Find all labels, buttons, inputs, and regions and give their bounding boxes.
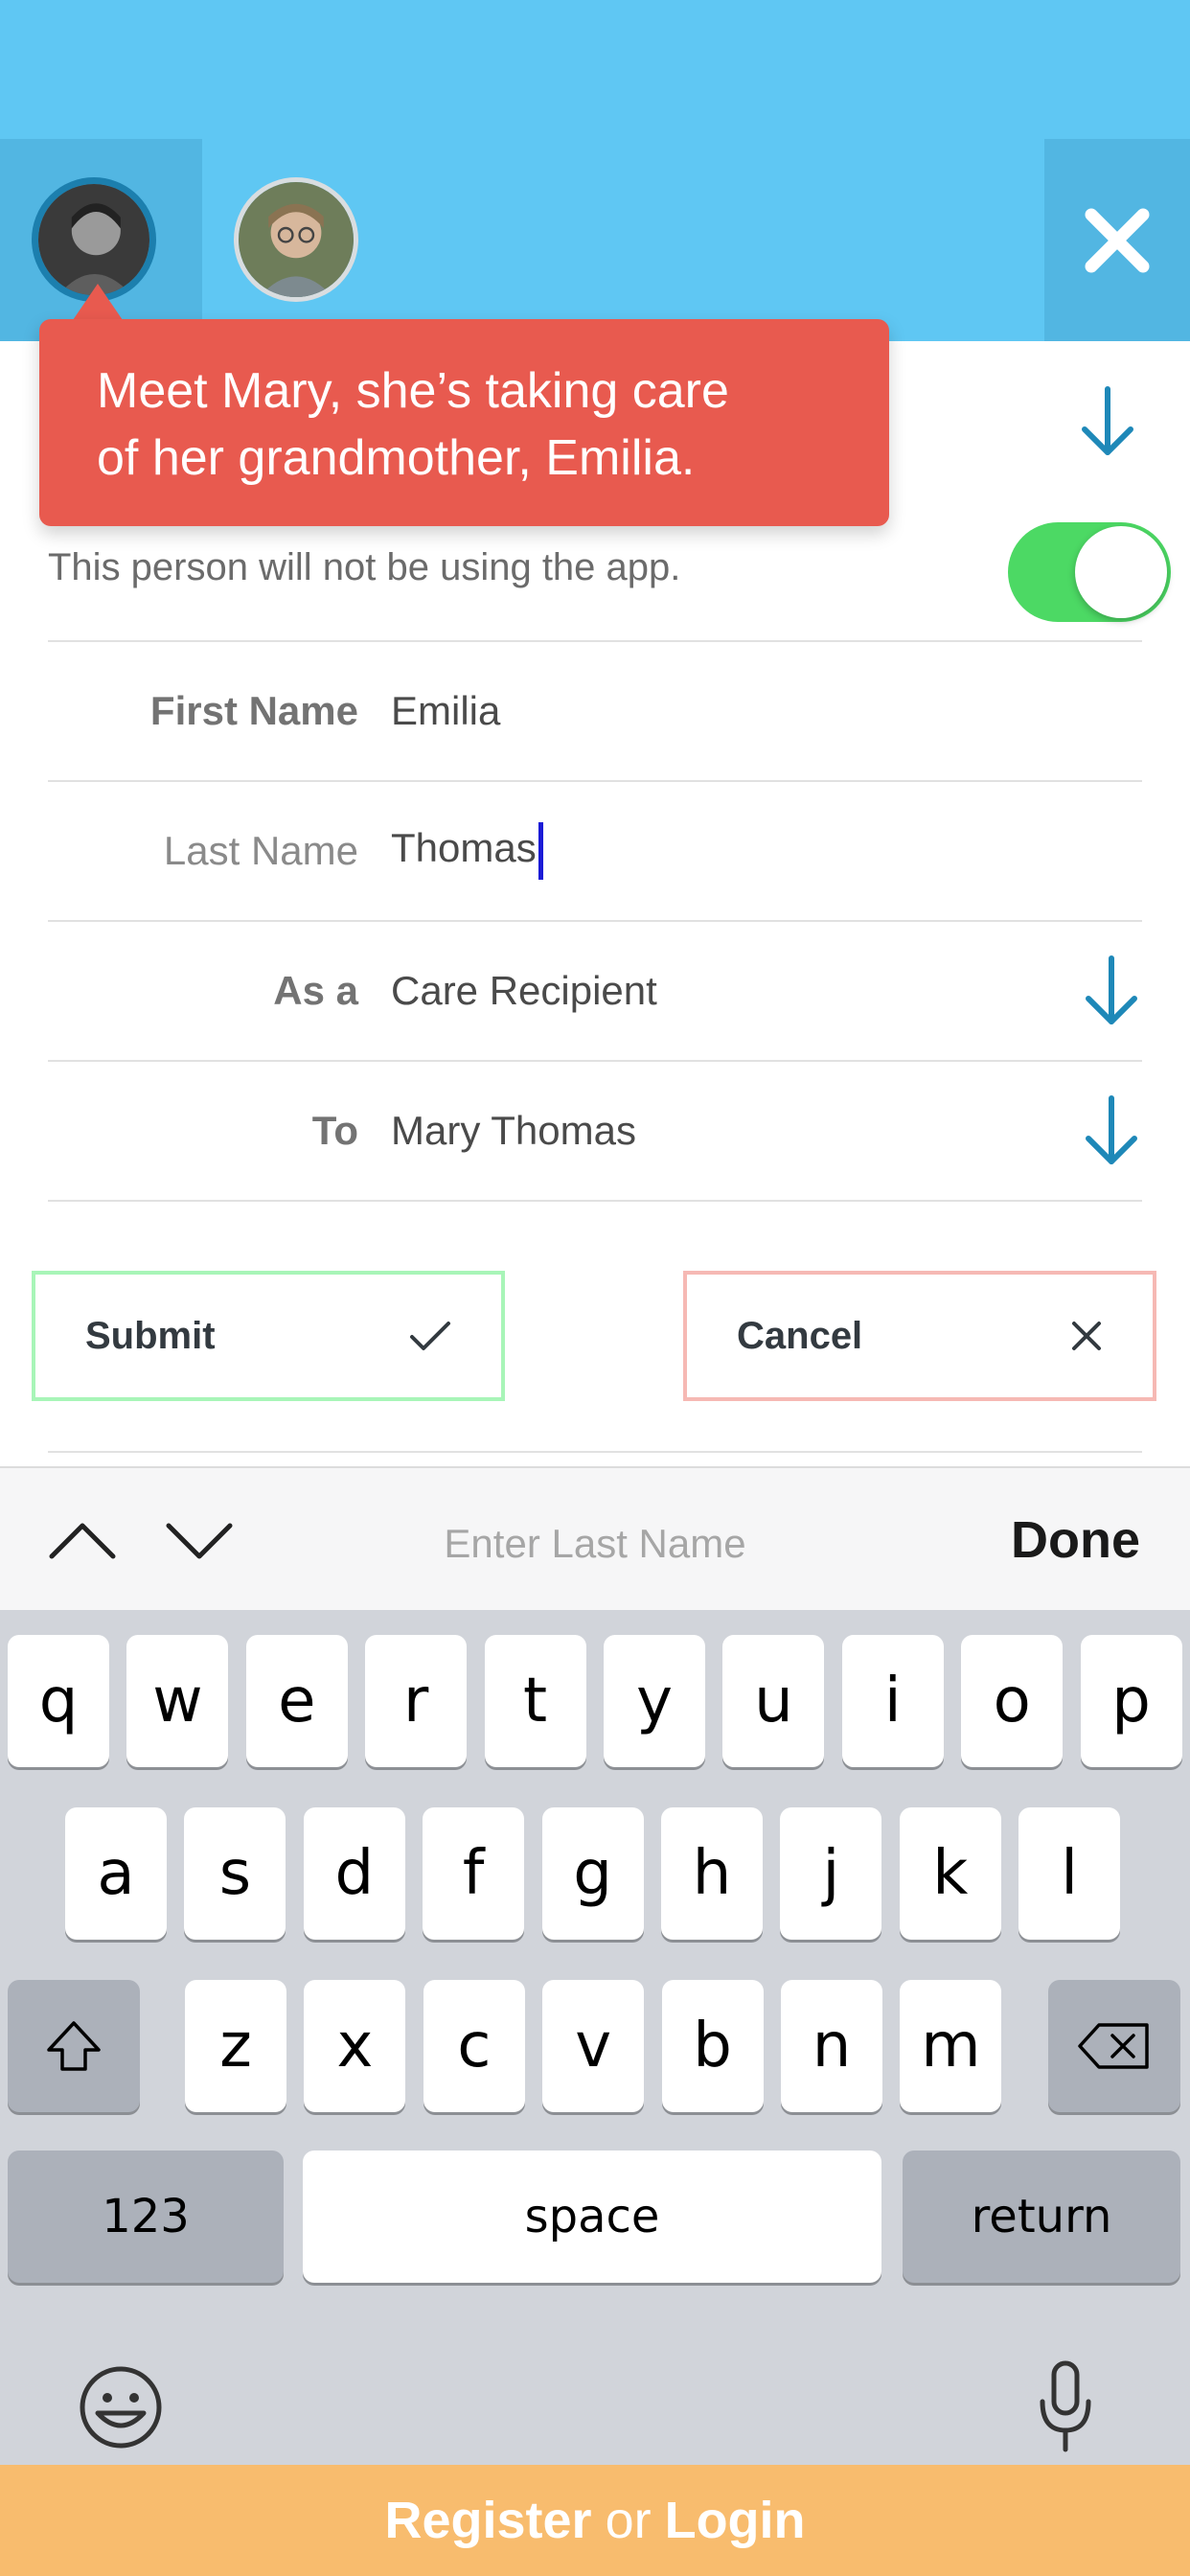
divider	[48, 1200, 1142, 1202]
key-l[interactable]: l	[1018, 1807, 1121, 1940]
shift-icon	[47, 2021, 101, 2071]
key-d[interactable]: d	[303, 1807, 405, 1940]
close-button[interactable]	[1044, 139, 1190, 341]
key-b[interactable]: b	[661, 1980, 764, 2112]
or-text: or	[605, 2492, 652, 2549]
key-c[interactable]: c	[423, 1980, 525, 2112]
header-bar	[0, 0, 1190, 341]
register-link[interactable]: Register	[384, 2491, 591, 2550]
first-name-field[interactable]: First Name Emilia	[48, 642, 1142, 780]
arrow-down-icon[interactable]	[1081, 953, 1142, 1029]
key-f[interactable]: f	[423, 1807, 525, 1940]
key-g[interactable]: g	[541, 1807, 644, 1940]
key-z[interactable]: z	[185, 1980, 286, 2112]
divider	[48, 1451, 1142, 1453]
first-name-label: First Name	[149, 688, 358, 733]
last-name-input[interactable]: Thomas	[391, 822, 543, 880]
first-name-input[interactable]: Emilia	[391, 688, 500, 734]
key-x[interactable]: x	[304, 1980, 406, 2112]
avatar	[234, 177, 358, 302]
role-value[interactable]: Care Recipient	[391, 968, 657, 1014]
key-n[interactable]: n	[781, 1980, 882, 2112]
key-p[interactable]: p	[1080, 1635, 1182, 1767]
role-label: As a	[273, 968, 358, 1013]
key-q[interactable]: q	[8, 1635, 109, 1767]
key-w[interactable]: w	[126, 1635, 229, 1767]
backspace-icon	[1078, 2023, 1149, 2069]
key-e[interactable]: e	[245, 1635, 348, 1767]
close-icon	[1072, 1322, 1101, 1350]
arrow-down-icon[interactable]	[1081, 1092, 1142, 1169]
keyboard: qwertyuiop asdfghjkl zxcvbnm 123 space r…	[0, 1610, 1190, 2465]
last-name-field[interactable]: Last Name Thomas	[48, 782, 1142, 920]
return-key[interactable]: return	[903, 2150, 1180, 2283]
key-y[interactable]: y	[604, 1635, 705, 1767]
keyboard-toolbar: Enter Last Name Done	[0, 1466, 1190, 1610]
toggle-knob	[1075, 526, 1167, 618]
text-cursor	[538, 822, 543, 880]
tooltip-line-1: Meet Mary, she’s taking care	[97, 363, 729, 419]
key-h[interactable]: h	[661, 1807, 763, 1940]
avatar-tab-emilia[interactable]	[202, 139, 404, 341]
key-j[interactable]: j	[780, 1807, 882, 1940]
person-photo-icon	[38, 184, 149, 295]
key-r[interactable]: r	[365, 1635, 468, 1767]
shift-key[interactable]	[8, 1980, 140, 2112]
register-login-bar[interactable]: Register or Login	[0, 2465, 1190, 2576]
to-field[interactable]: To Mary Thomas	[48, 1062, 1142, 1200]
role-field[interactable]: As a Care Recipient	[48, 922, 1142, 1060]
tooltip-line-2: of her grandmother, Emilia.	[97, 430, 696, 486]
tooltip-pointer	[73, 284, 123, 320]
person-photo-icon	[239, 182, 354, 297]
backspace-key[interactable]	[1048, 1980, 1180, 2112]
submit-button[interactable]: Submit	[32, 1271, 505, 1401]
microphone-icon[interactable]	[1035, 2358, 1096, 2455]
key-i[interactable]: i	[841, 1635, 944, 1767]
key-a[interactable]: a	[65, 1807, 167, 1940]
login-link[interactable]: Login	[665, 2491, 806, 2550]
onboarding-tooltip: Meet Mary, she’s taking care of her gran…	[39, 319, 889, 526]
space-key[interactable]: space	[303, 2150, 881, 2283]
key-s[interactable]: s	[184, 1807, 286, 1940]
key-t[interactable]: t	[484, 1635, 586, 1767]
cancel-label: Cancel	[737, 1314, 863, 1357]
not-using-app-toggle[interactable]	[1008, 522, 1171, 622]
emoji-icon[interactable]	[77, 2363, 165, 2451]
to-value[interactable]: Mary Thomas	[391, 1108, 636, 1154]
close-icon	[1085, 208, 1150, 272]
key-m[interactable]: m	[900, 1980, 1002, 2112]
key-k[interactable]: k	[899, 1807, 1001, 1940]
done-button[interactable]: Done	[1011, 1510, 1140, 1570]
key-v[interactable]: v	[542, 1980, 645, 2112]
last-name-label: Last Name	[163, 828, 358, 873]
not-using-app-label: This person will not be using the app.	[48, 546, 681, 588]
arrow-down-icon[interactable]	[1077, 383, 1138, 460]
key-u[interactable]: u	[722, 1635, 825, 1767]
cancel-button[interactable]: Cancel	[683, 1271, 1156, 1401]
submit-label: Submit	[85, 1314, 216, 1357]
checkmark-icon	[410, 1322, 450, 1350]
key-o[interactable]: o	[961, 1635, 1064, 1767]
numbers-key[interactable]: 123	[8, 2150, 284, 2283]
to-label: To	[311, 1108, 358, 1153]
last-name-value: Thomas	[391, 825, 537, 871]
